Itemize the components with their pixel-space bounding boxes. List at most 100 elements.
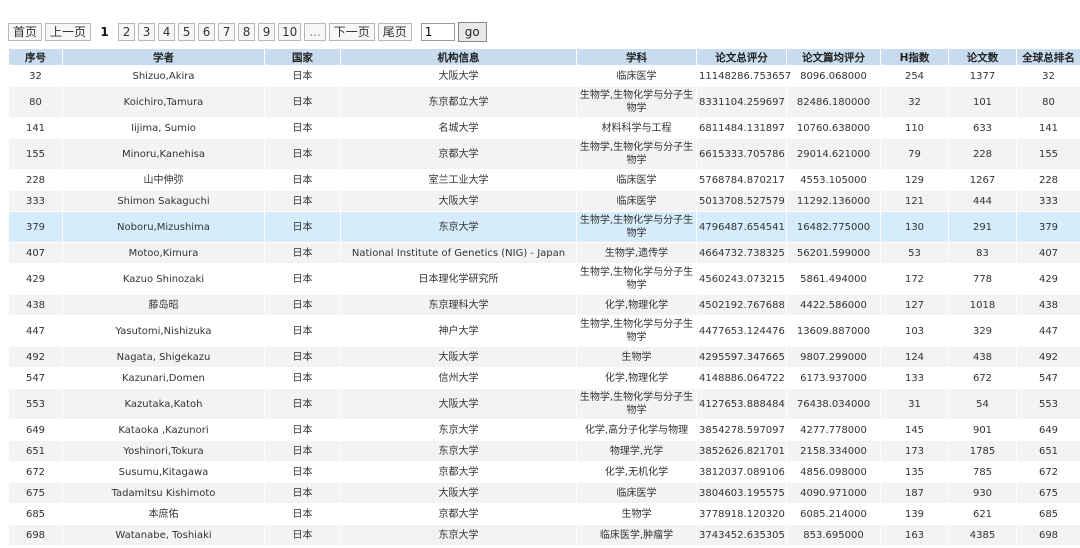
global-rank-cell: 672: [1016, 461, 1080, 483]
country-cell: 日本: [264, 503, 341, 525]
col-paper-count-header[interactable]: 论文数: [948, 48, 1017, 66]
table-row[interactable]: 438 藤岛昭 日本 东京理科大学 化学,物理化学 4502192.767688 4422.…: [8, 294, 1080, 316]
scholar-cell: Tadamitsu Kishimoto: [62, 482, 265, 504]
institution-cell: National Institute of Genetics (NIG) - J…: [340, 242, 577, 264]
col-subject-header[interactable]: 学科: [576, 48, 697, 66]
country-cell: 日本: [264, 242, 341, 264]
table-row[interactable]: 155 Minoru,Kanehisa 日本 京都大学 生物学,生物化学与分子生物学 66…: [8, 138, 1080, 170]
h-index-cell: 172: [880, 263, 949, 295]
page-link-8[interactable]: 8: [238, 23, 256, 41]
page-link-3[interactable]: 3: [138, 23, 156, 41]
col-index-header[interactable]: 序号: [8, 48, 63, 66]
paper-count-cell: 1785: [948, 440, 1017, 462]
table-row[interactable]: 333 Shimon Sakaguchi 日本 大阪大学 临床医学 5013708.527…: [8, 190, 1080, 212]
page-link-10[interactable]: 10: [278, 23, 302, 41]
scholar-cell: Kazunari,Domen: [62, 367, 265, 389]
institution-cell: 东京大学: [340, 211, 577, 243]
table-row[interactable]: 685 本庶佑 日本 京都大学 生物学 3778918.120320 6085.214000…: [8, 503, 1080, 525]
h-index-cell: 135: [880, 461, 949, 483]
table-row[interactable]: 32 Shizuo,Akira 日本 大阪大学 临床医学 11148286.753657 8…: [8, 65, 1080, 87]
global-rank-cell: 553: [1016, 388, 1080, 420]
table-row[interactable]: 492 Nagata, Shigekazu 日本 大阪大学 生物学 4295597.347…: [8, 346, 1080, 368]
total-score-cell: 3854278.597097: [696, 419, 787, 441]
avg-score-cell: 16482.775000: [786, 211, 881, 243]
global-rank-cell: 80: [1016, 86, 1080, 118]
page-link-2[interactable]: 2: [118, 23, 136, 41]
col-institution-header[interactable]: 机构信息: [340, 48, 577, 66]
last-page-button[interactable]: 尾页: [377, 23, 412, 41]
pagination: 首页 上一页 1 2345678910 ... 下一页 尾页 go: [8, 21, 487, 43]
scholar-cell: Shizuo,Akira: [62, 65, 265, 87]
table-row[interactable]: 447 Yasutomi,Nishizuka 日本 神户大学 生物学,生物化学与分子生物…: [8, 315, 1080, 347]
total-score-cell: 5013708.527579: [696, 190, 787, 212]
page-link-7[interactable]: 7: [218, 23, 236, 41]
page-link-6[interactable]: 6: [198, 23, 216, 41]
table-row[interactable]: 675 Tadamitsu Kishimoto 日本 大阪大学 临床医学 3804603.…: [8, 482, 1080, 504]
index-cell: 649: [8, 419, 63, 441]
page-ellipsis: ...: [304, 23, 326, 41]
col-country-header[interactable]: 国家: [264, 48, 341, 66]
global-rank-cell: 155: [1016, 138, 1080, 170]
avg-score-cell: 4422.586000: [786, 294, 881, 316]
page-link-4[interactable]: 4: [158, 23, 176, 41]
avg-score-cell: 6085.214000: [786, 503, 881, 525]
h-index-cell: 254: [880, 65, 949, 87]
next-page-button[interactable]: 下一页: [328, 23, 375, 41]
col-avg-score-header[interactable]: 论文篇均评分: [786, 48, 881, 66]
subject-cell: 临床医学: [576, 190, 697, 212]
global-rank-cell: 429: [1016, 263, 1080, 295]
index-cell: 651: [8, 440, 63, 462]
h-index-cell: 133: [880, 367, 949, 389]
table-row[interactable]: 407 Motoo,Kimura 日本 National Institute of G…: [8, 242, 1080, 264]
table-row[interactable]: 228 山中伸弥 日本 室兰工业大学 临床医学 5768784.870217 4553.10…: [8, 169, 1080, 191]
go-button[interactable]: go: [457, 22, 487, 42]
first-page-button[interactable]: 首页: [8, 23, 43, 41]
prev-page-button[interactable]: 上一页: [45, 23, 92, 41]
page-link-5[interactable]: 5: [178, 23, 196, 41]
col-h-index-header[interactable]: H指数: [880, 48, 949, 66]
paper-count-cell: 4385: [948, 524, 1017, 546]
country-cell: 日本: [264, 346, 341, 368]
table-row[interactable]: 547 Kazunari,Domen 日本 信州大学 化学,物理化学 4148886.06…: [8, 367, 1080, 389]
total-score-cell: 4664732.738325: [696, 242, 787, 264]
index-cell: 379: [8, 211, 63, 243]
institution-cell: 京都大学: [340, 138, 577, 170]
paper-count-cell: 438: [948, 346, 1017, 368]
col-total-score-header[interactable]: 论文总评分: [696, 48, 787, 66]
table-row[interactable]: 651 Yoshinori,Tokura 日本 东京大学 物理学,光学 3852626.8…: [8, 440, 1080, 462]
paper-count-cell: 444: [948, 190, 1017, 212]
table-row[interactable]: 553 Kazutaka,Katoh 日本 大阪大学 生物学,生物化学与分子生物学 412…: [8, 388, 1080, 420]
global-rank-cell: 698: [1016, 524, 1080, 546]
h-index-cell: 130: [880, 211, 949, 243]
index-cell: 407: [8, 242, 63, 264]
current-page: 1: [100, 25, 109, 39]
col-global-rank-header[interactable]: 全球总排名: [1016, 48, 1080, 66]
table-row[interactable]: 429 Kazuo Shinozaki 日本 日本理化学研究所 生物学,生物化学与分子生…: [8, 263, 1080, 295]
country-cell: 日本: [264, 482, 341, 504]
page-jump-input[interactable]: [420, 23, 455, 41]
table-row[interactable]: 80 Koichiro,Tamura 日本 东京都立大学 生物学,生物化学与分子生物学 8…: [8, 86, 1080, 118]
scholar-cell: Yoshinori,Tokura: [62, 440, 265, 462]
index-cell: 228: [8, 169, 63, 191]
col-scholar-header[interactable]: 学者: [62, 48, 265, 66]
table-row[interactable]: 698 Watanabe, Toshiaki 日本 东京大学 临床医学,肿瘤学 37434…: [8, 524, 1080, 546]
global-rank-cell: 407: [1016, 242, 1080, 264]
table-row[interactable]: 141 Iijima, Sumio 日本 名城大学 材料科学与工程 6811484.131…: [8, 117, 1080, 139]
table-row[interactable]: 672 Susumu,Kitagawa 日本 京都大学 化学,无机化学 3812037.0…: [8, 461, 1080, 483]
page-link-9[interactable]: 9: [258, 23, 276, 41]
index-cell: 685: [8, 503, 63, 525]
institution-cell: 东京理科大学: [340, 294, 577, 316]
index-cell: 429: [8, 263, 63, 295]
index-cell: 547: [8, 367, 63, 389]
avg-score-cell: 4553.105000: [786, 169, 881, 191]
subject-cell: 生物学,生物化学与分子生物学: [576, 138, 697, 170]
country-cell: 日本: [264, 138, 341, 170]
index-cell: 333: [8, 190, 63, 212]
avg-score-cell: 4090.971000: [786, 482, 881, 504]
table-row[interactable]: 379 Noboru,Mizushima 日本 东京大学 生物学,生物化学与分子生物学 4…: [8, 211, 1080, 243]
table-row[interactable]: 649 Kataoka ,Kazunori 日本 东京大学 化学,高分子化学与物理 385…: [8, 419, 1080, 441]
avg-score-cell: 76438.034000: [786, 388, 881, 420]
institution-cell: 东京大学: [340, 440, 577, 462]
scholar-cell: Kazutaka,Katoh: [62, 388, 265, 420]
institution-cell: 大阪大学: [340, 346, 577, 368]
